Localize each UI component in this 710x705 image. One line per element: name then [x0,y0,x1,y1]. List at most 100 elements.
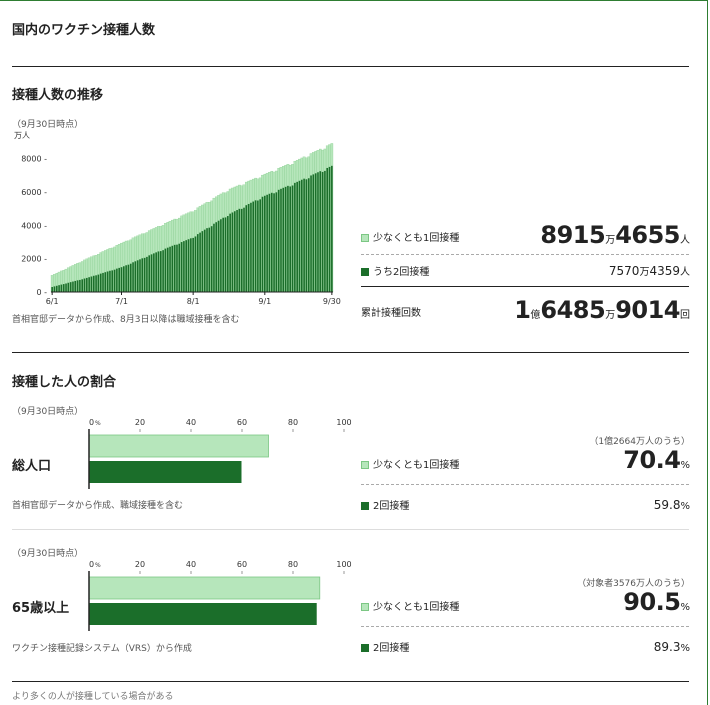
bar-2doses [259,199,261,292]
bar-2doses [148,255,151,292]
bar-2doses [176,244,178,292]
bar-2doses [317,172,319,292]
bar-2doses [303,178,305,292]
bar-2doses [266,194,268,292]
trend-note: 首相官邸データから作成、8月3日以降は職域接種を含む [12,315,240,325]
total-legend-atleast1-label: 少なくとも1回接種 [373,460,460,471]
bar-2doses [275,192,278,292]
bar-2doses [116,268,118,292]
bar-2doses [282,187,285,292]
bar-2doses [99,273,102,292]
bar-2doses [76,280,79,292]
legend-swatch-light [361,603,369,611]
y-tick-label: 6000 - [21,188,47,197]
pct-unit: % [680,501,690,512]
total-oku: 1 [514,296,531,324]
bar-2doses [127,264,130,292]
page-title: 国内のワクチン接種人数 [12,23,156,38]
bar-2doses [203,229,206,292]
legend-atleast1-label: 少なくとも1回接種 [373,233,460,244]
bar-2doses [90,276,93,292]
bar-2doses [183,241,185,292]
bar-2doses [178,243,181,292]
bar-2doses [125,265,127,292]
bar-2doses [139,259,141,292]
x-tick-label: 8/1 [187,297,200,306]
atleast1-man: 8915 [540,221,606,249]
legend-swatch-dark [361,644,369,652]
bar-2doses [120,267,123,292]
bar-2doses [220,219,222,292]
trend-chart: 万人 0 - 2000 - 4000 - 6000 - 8000 - 6/1 7/1 8/1 9/… [14,131,341,306]
legend-swatch-dark [361,502,369,510]
bar-2doses [166,247,169,292]
bar-2doses [319,171,322,292]
bar-2doses [185,240,188,292]
bar-2doses [134,261,137,292]
bar-2doses [187,239,190,292]
x-tick-label: 60 [237,560,247,569]
bar-2doses [210,226,213,292]
legend-swatch-light [361,234,369,242]
bar-2doses [171,245,174,292]
bar-2doses [231,212,234,292]
bar-atleast1 [88,576,321,600]
two-doses-value: 7570万4359人 [609,260,690,279]
bar-2doses [113,269,116,292]
y-tick-label: 4000 - [21,221,47,230]
pct-unit: % [680,460,690,471]
bar-2doses [169,246,171,292]
bar-2doses [264,195,266,292]
legend-2doses: うち2回接種 [361,263,429,278]
total-rest: 9014 [615,296,680,324]
x-tick-label: 100 [336,560,351,569]
bar-2doses [106,271,109,292]
senior-2doses-value: 89.3% [654,636,690,655]
unit-nin: 人 [680,267,690,278]
bar-2doses [123,266,125,292]
legend-atleast1: 少なくとも1回接種 [361,229,459,244]
atleast1-rest: 4655 [615,221,680,249]
x-tick-label: 20 [135,560,145,569]
x-tick-label: 40 [186,418,196,427]
bar-2doses [196,234,199,292]
bar-2doses [58,285,60,292]
bar-2doses [252,201,255,292]
share-as-of-1: （9月30日時点） [12,407,84,417]
bar-2doses [164,248,167,292]
senior-dotted-divider [361,626,689,627]
bar-2doses [240,208,243,292]
bar-2doses [321,171,324,292]
unit-nin: 人 [680,235,690,246]
total-atleast1-value: 70.4% [623,446,690,474]
bar-2doses [287,185,289,292]
bar-2doses [222,217,225,292]
bar-2doses [215,222,218,292]
y-unit-label: 万人 [14,131,30,140]
bar-2doses [89,603,317,625]
senior-legend-atleast1-label: 少なくとも1回接種 [373,602,460,613]
unit-man: 万 [605,310,616,321]
bar-2doses [273,193,275,292]
bar-2doses [74,280,77,292]
bar-2doses [159,251,162,292]
total-row-note: 首相官邸データから作成、職域接種を含む [12,501,184,511]
bar-2doses [104,272,107,292]
bar-2doses [277,189,280,292]
pct-unit: % [680,602,690,613]
bar-2doses [236,210,238,292]
bar-2doses [162,250,164,292]
total-legend-atleast1: 少なくとも1回接種 [361,456,459,471]
share-as-of-2: （9月30日時点） [12,549,84,559]
total-dotted-divider [361,484,689,485]
bar-2doses [328,166,331,292]
bar-2doses [62,284,65,292]
senior-2doses-number: 89.3 [653,640,681,654]
unit-man: 万 [605,235,616,246]
section-divider [12,352,689,353]
senior-legend-2doses-label: 2回接種 [373,643,410,654]
bar-2doses [284,186,287,292]
bar-2doses [72,281,74,292]
x-tick-label: 40 [186,560,196,569]
total-man: 6485 [540,296,606,324]
